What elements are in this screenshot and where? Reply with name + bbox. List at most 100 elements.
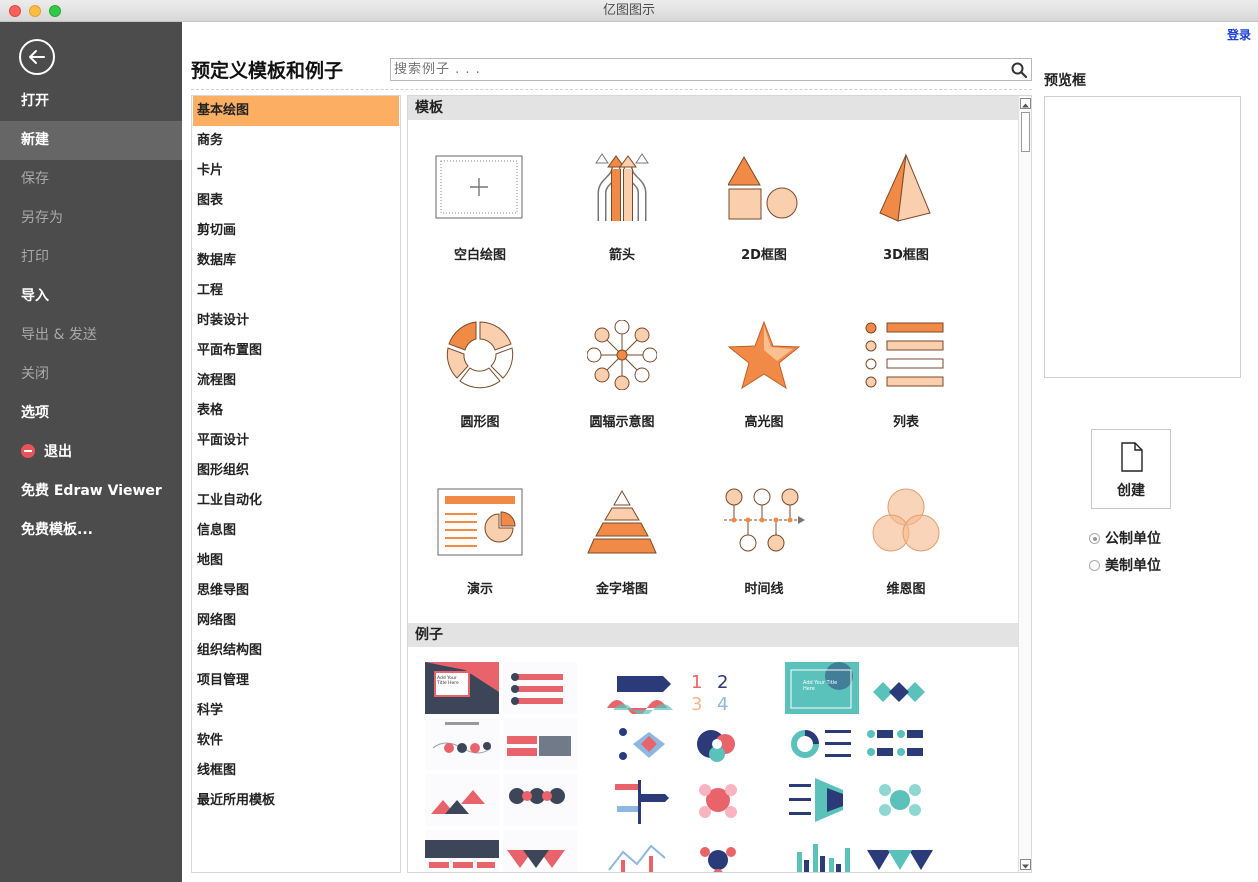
example-thumbnail[interactable]: Add Your Title Here	[785, 662, 859, 714]
template-label: 圆辐示意图	[589, 415, 655, 430]
example-thumbnail[interactable]	[681, 718, 755, 770]
example-thumbnail[interactable]	[681, 830, 755, 872]
sidebar-item-edraw-viewer[interactable]: 免费 Edraw Viewer	[0, 472, 182, 511]
back-button[interactable]	[19, 39, 55, 75]
example-thumbnail[interactable]	[503, 830, 577, 872]
category-item[interactable]: 流程图	[193, 366, 400, 396]
template-highlight[interactable]: 高光图	[704, 315, 824, 430]
minimize-window-button[interactable]	[29, 5, 41, 17]
metric-units-radio[interactable]: 公制单位	[1089, 528, 1161, 548]
template-arrows[interactable]: 箭头	[562, 148, 682, 263]
create-button[interactable]: 创建	[1091, 429, 1171, 509]
svg-text:1: 1	[691, 672, 702, 693]
example-thumbnail[interactable]	[863, 662, 937, 714]
category-item[interactable]: 地图	[193, 546, 400, 576]
example-thumbnail[interactable]	[863, 718, 937, 770]
radio-label: 公制单位	[1105, 531, 1161, 547]
example-thumbnail[interactable]: Add Your Title Here	[425, 662, 499, 714]
example-thumbnail[interactable]	[785, 718, 859, 770]
us-units-radio[interactable]: 美制单位	[1089, 555, 1161, 575]
example-thumbnail[interactable]	[785, 830, 859, 872]
template-pyramid[interactable]: 金字塔图	[562, 482, 682, 597]
example-thumbnail[interactable]	[425, 830, 499, 872]
category-item[interactable]: 软件	[193, 726, 400, 756]
example-thumbnail[interactable]	[863, 774, 937, 826]
example-thumbnail[interactable]: 1234	[681, 662, 755, 714]
example-thumbnail[interactable]	[503, 718, 577, 770]
example-thumbnail[interactable]	[863, 830, 937, 872]
category-item[interactable]: 平面布置图	[193, 336, 400, 366]
window-title: 亿图图示	[602, 3, 655, 18]
template-label: 高光图	[744, 415, 784, 430]
search-icon[interactable]	[1011, 62, 1028, 82]
category-item[interactable]: 平面设计	[193, 426, 400, 456]
sidebar-item-save[interactable]: 保存	[0, 160, 182, 199]
template-list[interactable]: 列表	[846, 315, 966, 430]
example-thumbnail[interactable]	[425, 774, 499, 826]
category-item[interactable]: 线框图	[193, 756, 400, 786]
thumbnail-title: Add Your Title Here	[437, 676, 459, 686]
sidebar-item-new[interactable]: 新建	[0, 121, 182, 160]
category-item[interactable]: 数据库	[193, 246, 400, 276]
category-item[interactable]: 信息图	[193, 516, 400, 546]
sidebar-item-close[interactable]: 关闭	[0, 355, 182, 394]
close-window-button[interactable]	[9, 5, 21, 17]
template-label: 金字塔图	[595, 582, 648, 597]
category-item[interactable]: 最近所用模板	[193, 786, 400, 816]
sidebar-item-label: 保存	[21, 171, 49, 187]
sidebar-item-open[interactable]: 打开	[0, 82, 182, 121]
category-item[interactable]: 科学	[193, 696, 400, 726]
category-item[interactable]: 商务	[193, 126, 400, 156]
example-thumbnail[interactable]	[681, 774, 755, 826]
template-presentation[interactable]: 演示	[420, 482, 540, 597]
template-label: 时间线	[744, 582, 784, 597]
sidebar: 打开 新建 保存 另存为 打印 导入 导出 & 发送 关闭 选项 退出 免费 E…	[0, 22, 182, 882]
gallery-scrollbar[interactable]	[1018, 96, 1031, 872]
sidebar-item-import[interactable]: 导入	[0, 277, 182, 316]
category-item[interactable]: 工程	[193, 276, 400, 306]
sidebar-item-exit[interactable]: 退出	[0, 433, 182, 472]
example-thumbnail[interactable]	[503, 662, 577, 714]
sidebar-item-save-as[interactable]: 另存为	[0, 199, 182, 238]
template-venn[interactable]: 维恩图	[846, 482, 966, 597]
login-link[interactable]: 登录	[1227, 26, 1251, 43]
maximize-window-button[interactable]	[49, 5, 61, 17]
template-blank-drawing[interactable]: 空白绘图	[420, 148, 540, 263]
category-item[interactable]: 网络图	[193, 606, 400, 636]
scroll-down-button[interactable]	[1020, 859, 1031, 870]
templates-section-header: 模板	[408, 96, 1019, 120]
category-item[interactable]: 时装设计	[193, 306, 400, 336]
category-item[interactable]: 组织结构图	[193, 636, 400, 666]
sidebar-item-free-templates[interactable]: 免费模板...	[0, 511, 182, 550]
category-item-basic[interactable]: 基本绘图	[193, 96, 399, 126]
category-item[interactable]: 表格	[193, 396, 400, 426]
category-item[interactable]: 图表	[193, 186, 400, 216]
example-thumbnail[interactable]	[603, 774, 677, 826]
template-circular[interactable]: 圆形图	[420, 315, 540, 430]
sidebar-item-export-send[interactable]: 导出 & 发送	[0, 316, 182, 355]
2d-block-icon	[728, 155, 798, 220]
example-thumbnail[interactable]	[425, 718, 499, 770]
category-item[interactable]: 思维导图	[193, 576, 400, 606]
example-thumbnail[interactable]	[785, 774, 859, 826]
example-thumbnail[interactable]	[603, 662, 677, 714]
example-thumbnail[interactable]	[503, 774, 577, 826]
scroll-up-button[interactable]	[1020, 98, 1031, 109]
template-spoke[interactable]: 圆辐示意图	[562, 315, 682, 430]
example-thumbnail[interactable]	[603, 830, 677, 872]
pyramid-icon	[587, 489, 657, 554]
scrollbar-thumb[interactable]	[1021, 112, 1030, 152]
category-item[interactable]: 项目管理	[193, 666, 400, 696]
sidebar-item-options[interactable]: 选项	[0, 394, 182, 433]
category-item[interactable]: 剪切画	[193, 216, 400, 246]
preview-title: 预览框	[1044, 73, 1086, 89]
category-item[interactable]: 工业自动化	[193, 486, 400, 516]
category-item[interactable]: 图形组织	[193, 456, 400, 486]
template-timeline[interactable]: 时间线	[704, 482, 824, 597]
search-input[interactable]	[391, 59, 991, 80]
template-3d-block[interactable]: 3D框图	[846, 148, 966, 263]
category-item[interactable]: 卡片	[193, 156, 400, 186]
example-thumbnail[interactable]	[603, 718, 677, 770]
sidebar-item-print[interactable]: 打印	[0, 238, 182, 277]
template-2d-block[interactable]: 2D框图	[704, 148, 824, 263]
